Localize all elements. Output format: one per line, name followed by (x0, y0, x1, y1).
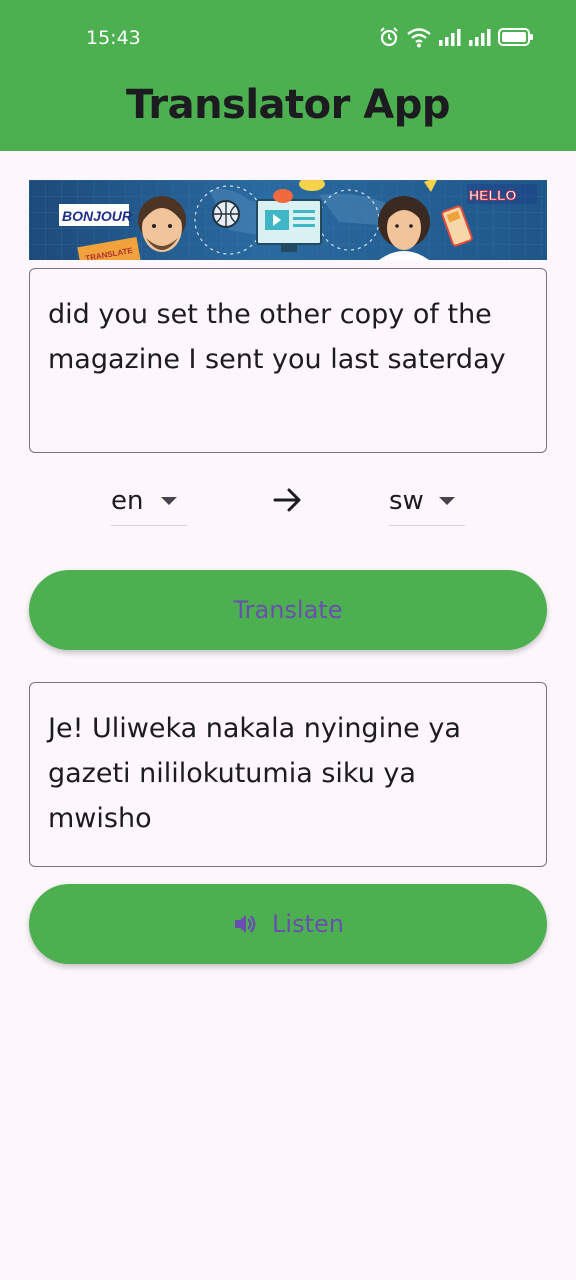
signal-icon (469, 29, 491, 46)
chevron-down-icon (161, 496, 177, 505)
banner-hello-text: HELLO (469, 187, 517, 203)
listen-button-label: Listen (272, 910, 344, 938)
status-icons (378, 26, 534, 48)
banner-bonjour-text: BONJOUR (62, 208, 133, 224)
listen-button[interactable]: Listen (29, 884, 547, 964)
alarm-icon (380, 27, 398, 47)
translate-button[interactable]: Translate (29, 570, 547, 650)
battery-icon (498, 28, 533, 46)
speaker-icon (235, 915, 256, 933)
input-text: did you set the other copy of the magazi… (48, 299, 506, 375)
chevron-down-icon (439, 496, 455, 505)
banner-image: BONJOUR TRANSLATE HELLO (29, 180, 547, 260)
app-title: Translator App (125, 82, 451, 128)
app-bar: 15:43 Translator App (0, 0, 576, 151)
output-text-field: Je! Uliweka nakala nyingine ya gazeti ni… (29, 682, 547, 867)
source-language-value: en (111, 485, 144, 516)
input-text-field[interactable]: did you set the other copy of the magazi… (29, 268, 547, 453)
status-time: 15:43 (86, 27, 141, 49)
output-text: Je! Uliweka nakala nyingine ya gazeti ni… (48, 713, 461, 834)
wifi-icon (407, 28, 431, 48)
target-language-value: sw (389, 485, 424, 516)
source-language-dropdown[interactable]: en (111, 476, 187, 526)
translate-button-label: Translate (233, 596, 343, 624)
signal-icon (439, 29, 461, 46)
target-language-dropdown[interactable]: sw (389, 476, 465, 526)
arrow-right-icon (273, 488, 301, 512)
